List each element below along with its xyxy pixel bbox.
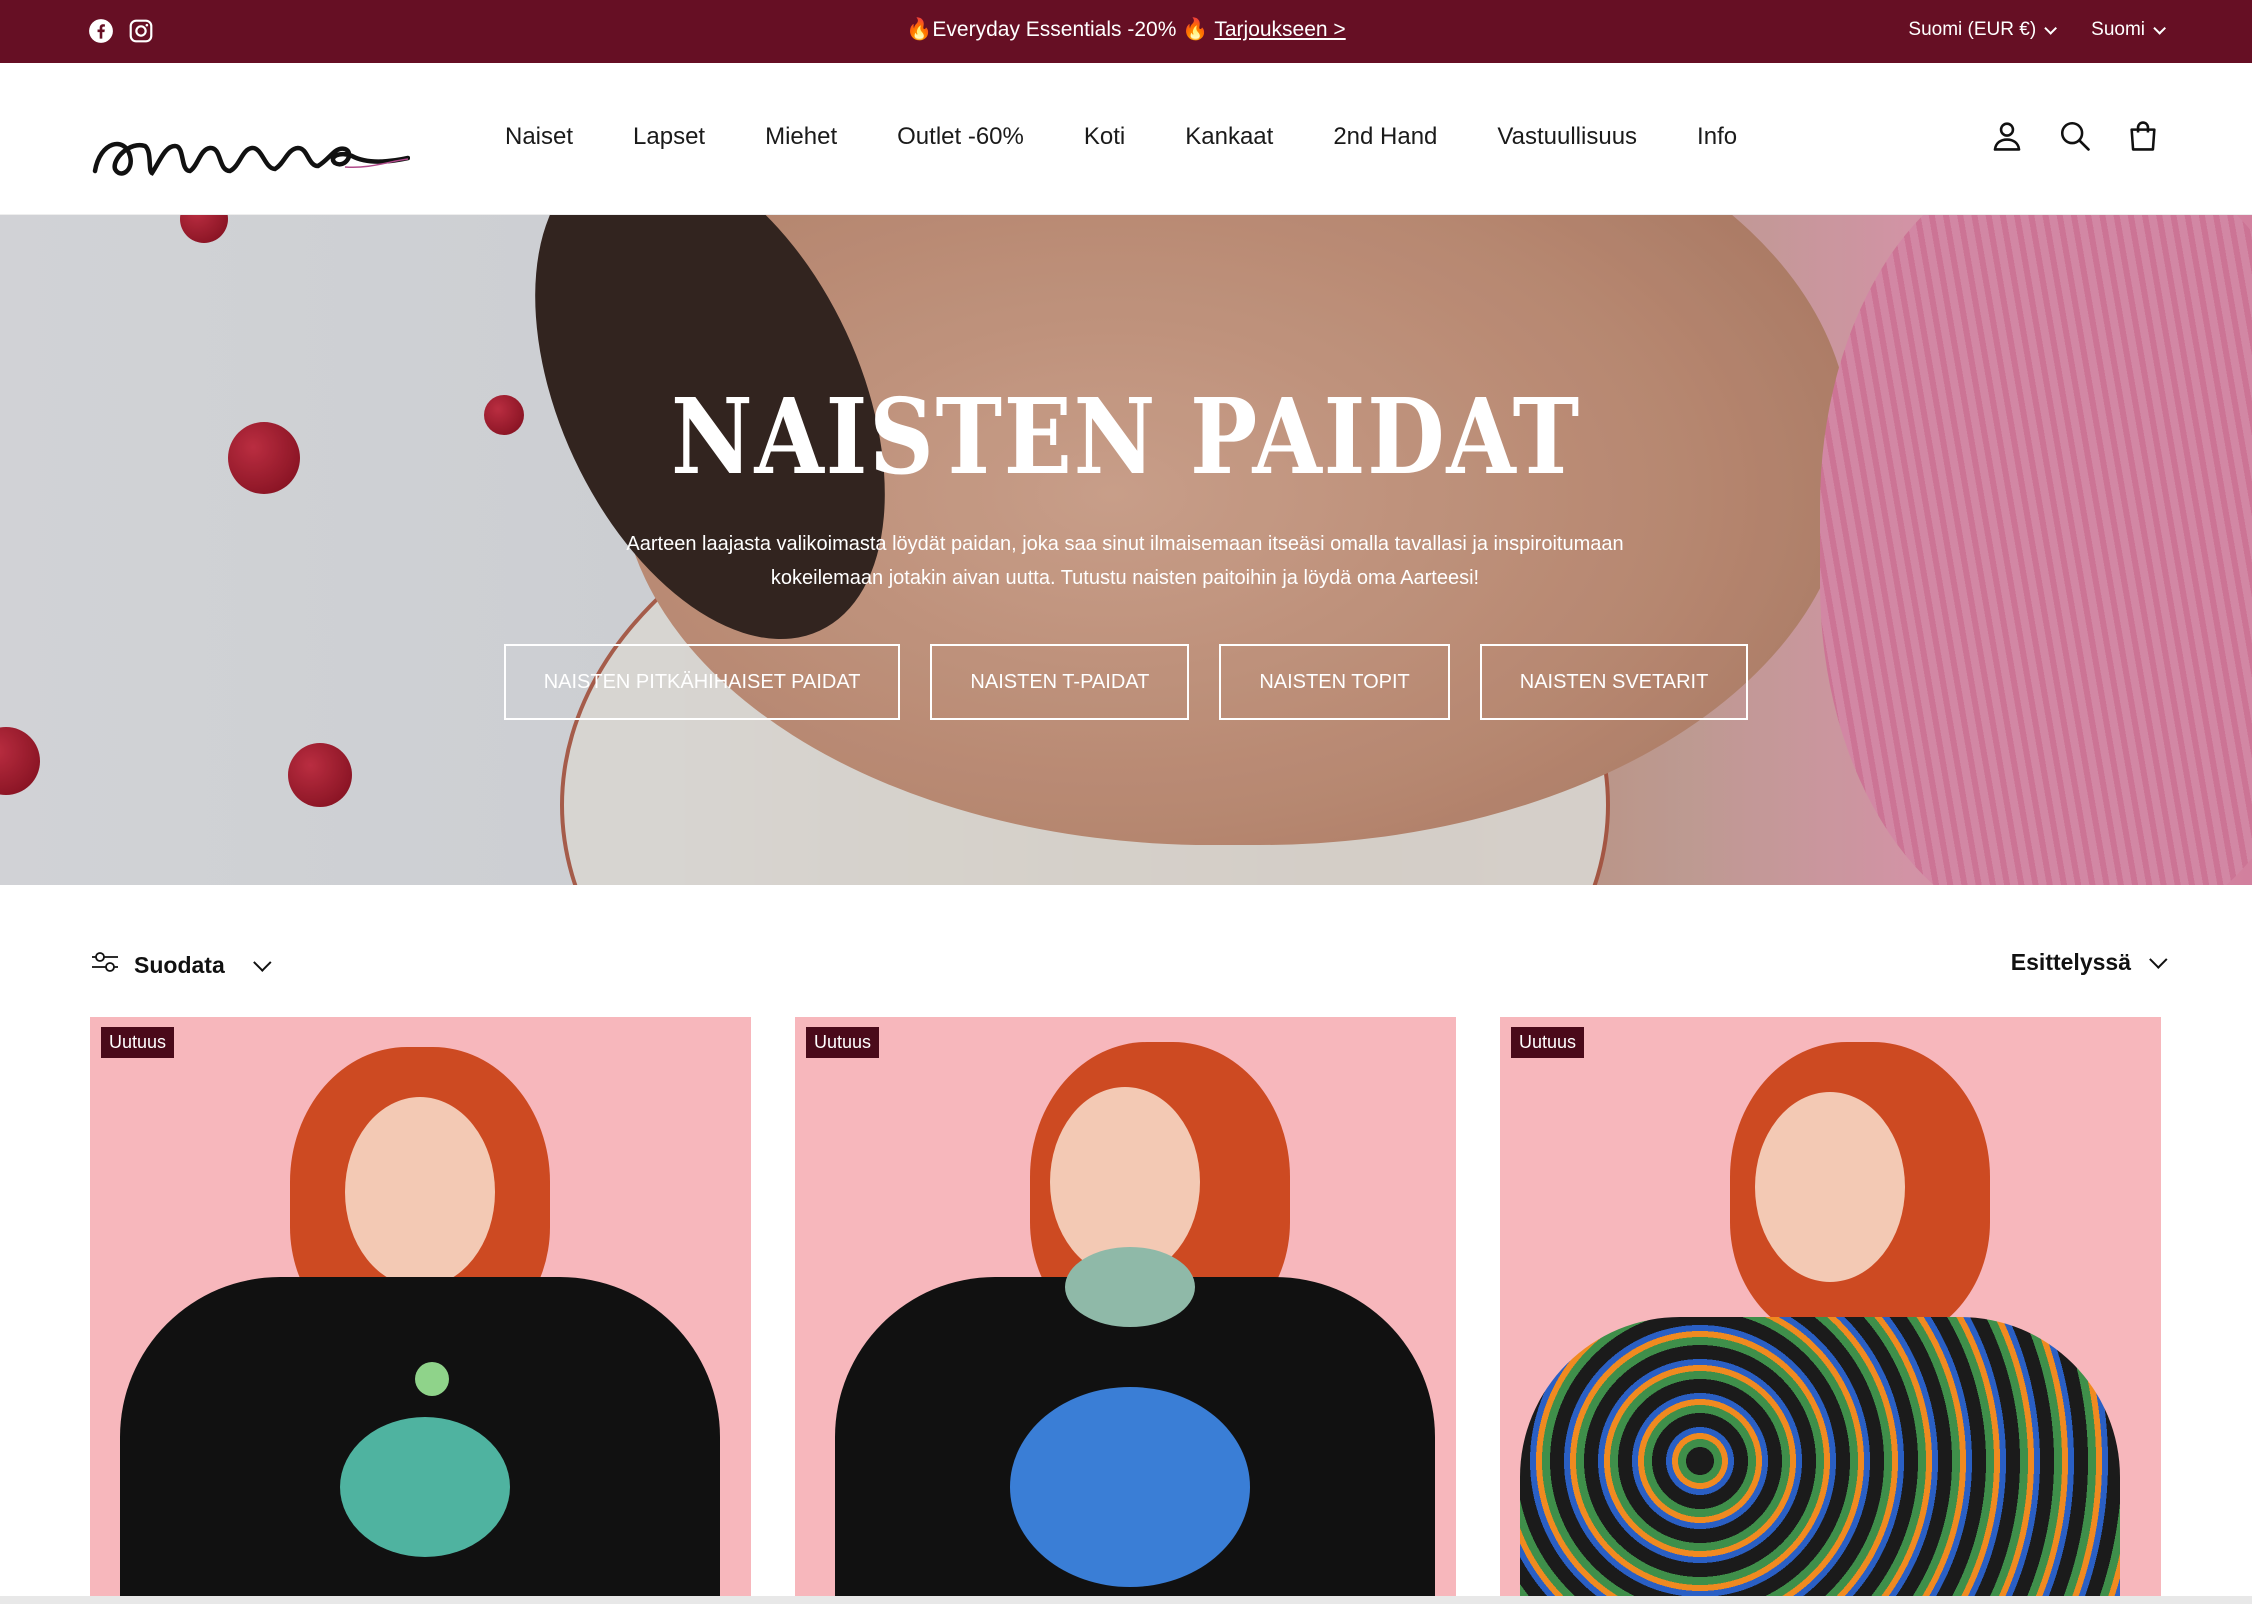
cart-icon[interactable] <box>2126 119 2160 153</box>
product-card[interactable]: Uutuus <box>1500 1017 2161 1604</box>
nav-item-vastuullisuus[interactable]: Vastuullisuus <box>1497 123 1637 151</box>
site-header: Naiset Lapset Miehet Outlet -60% Koti Ka… <box>0 63 2252 215</box>
moth-print <box>340 1417 510 1557</box>
promo-text: 🔥Everyday Essentials -20% 🔥 <box>906 18 1209 41</box>
scarf-print <box>1065 1247 1195 1327</box>
sweatshirts-button[interactable]: NAISTEN SVETARIT <box>1479 644 1749 720</box>
model-face <box>1755 1092 1905 1282</box>
hero-buttons: NAISTEN PITKÄHIHAISET PAIDAT NAISTEN T-P… <box>0 644 2252 720</box>
floral-shirt <box>1520 1317 2120 1604</box>
product-card[interactable]: Uutuus <box>795 1017 1456 1604</box>
nav-item-naiset[interactable]: Naiset <box>505 123 573 151</box>
chevron-down-icon <box>2044 21 2058 35</box>
filter-icon <box>90 949 120 981</box>
moon-print <box>415 1362 449 1396</box>
sort-dropdown[interactable]: Esittelyssä <box>2010 949 2168 976</box>
hero-banner: NAISTEN PAIDAT Aarteen laajasta valikoim… <box>0 215 2252 885</box>
nav-item-info[interactable]: Info <box>1697 123 1737 151</box>
nav-item-miehet[interactable]: Miehet <box>765 123 837 151</box>
currency-selector[interactable]: Suomi (EUR €) <box>1908 19 2058 41</box>
hero-title: NAISTEN PAIDAT <box>671 375 1581 498</box>
language-label: Suomi <box>2091 19 2145 40</box>
product-card[interactable]: Uutuus <box>90 1017 751 1604</box>
sort-label: Esittelyssä <box>2010 949 2131 975</box>
nav-item-lapset[interactable]: Lapset <box>633 123 705 151</box>
product-grid: Uutuus Uutuus Uutuus <box>90 1017 2161 1604</box>
promo-link[interactable]: Tarjoukseen > <box>1214 18 1345 41</box>
chevron-down-icon <box>2149 950 2168 969</box>
account-icon[interactable] <box>1990 119 2024 153</box>
new-badge: Uutuus <box>101 1027 175 1058</box>
announcement-bar: 🔥Everyday Essentials -20% 🔥 Tarjoukseen >… <box>0 0 2252 63</box>
collection-toolbar: Suodata Esittelyssä <box>0 885 2252 1015</box>
language-selector[interactable]: Suomi <box>2091 19 2166 41</box>
scroll-edge <box>0 1596 2252 1604</box>
t-shirts-button[interactable]: NAISTEN T-PAIDAT <box>930 644 1190 720</box>
bellflower-print <box>1010 1387 1250 1587</box>
nav-item-outlet[interactable]: Outlet -60% <box>897 123 1024 151</box>
new-badge: Uutuus <box>806 1027 880 1058</box>
filter-button[interactable]: Suodata <box>90 949 272 981</box>
filter-label: Suodata <box>134 951 225 978</box>
new-badge: Uutuus <box>1511 1027 1585 1058</box>
hero-description: Aarteen laajasta valikoimasta löydät pai… <box>626 533 1624 589</box>
model-face <box>345 1097 495 1287</box>
aarre-logo[interactable] <box>90 101 411 191</box>
currency-label: Suomi (EUR €) <box>1908 19 2037 40</box>
main-nav: Naiset Lapset Miehet Outlet -60% Koti Ka… <box>505 123 1737 151</box>
search-icon[interactable] <box>2058 119 2092 153</box>
nav-item-2nd-hand[interactable]: 2nd Hand <box>1333 123 1437 151</box>
chevron-down-icon <box>252 952 272 972</box>
nav-item-kankaat[interactable]: Kankaat <box>1185 123 1273 151</box>
nav-item-koti[interactable]: Koti <box>1084 123 1125 151</box>
long-sleeve-shirts-button[interactable]: NAISTEN PITKÄHIHAISET PAIDAT <box>503 644 901 720</box>
tops-button[interactable]: NAISTEN TOPIT <box>1219 644 1450 720</box>
